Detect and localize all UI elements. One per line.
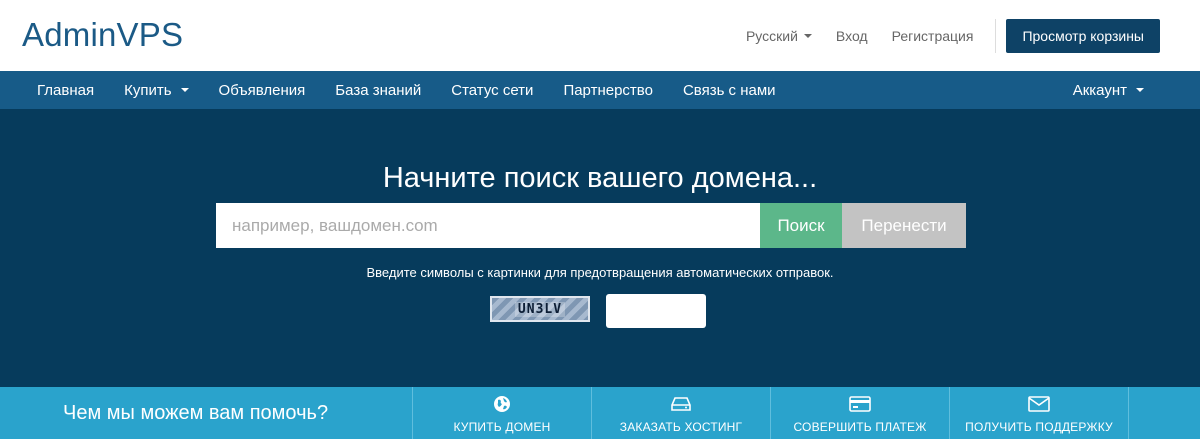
nav-item-home[interactable]: Главная bbox=[0, 71, 109, 109]
nav-item-contact[interactable]: Связь с нами bbox=[668, 71, 791, 109]
hdd-icon bbox=[671, 395, 691, 413]
header-divider bbox=[995, 18, 997, 53]
domain-search-form: Поиск Перенести bbox=[216, 203, 966, 248]
view-cart-button[interactable]: Просмотр корзины bbox=[1006, 18, 1160, 53]
account-label: Аккаунт bbox=[1072, 81, 1127, 99]
make-payment-label: СОВЕРШИТЬ ПЛАТЕЖ bbox=[793, 420, 927, 434]
chevron-down-icon bbox=[180, 88, 189, 92]
captcha-code: UN3LV bbox=[514, 301, 566, 317]
nav-item-buy-label: Купить bbox=[124, 81, 172, 99]
nav-item-partnership[interactable]: Партнерство bbox=[548, 71, 668, 109]
get-support-label: ПОЛУЧИТЬ ПОДДЕРЖКУ bbox=[965, 420, 1113, 434]
top-links: Русский Вход Регистрация Просмотр корзин… bbox=[746, 0, 1200, 71]
chevron-down-icon bbox=[803, 33, 812, 38]
search-button[interactable]: Поиск bbox=[760, 203, 842, 248]
captcha-instruction: Введите символы с картинки для предотвра… bbox=[366, 265, 834, 280]
buy-domain-label: КУПИТЬ ДОМЕН bbox=[453, 420, 551, 434]
help-bar-end bbox=[1128, 387, 1200, 439]
envelope-icon bbox=[1028, 395, 1050, 413]
order-hosting-label: ЗАКАЗАТЬ ХОСТИНГ bbox=[619, 420, 743, 434]
login-link[interactable]: Вход bbox=[836, 28, 868, 44]
buy-domain-link[interactable]: КУПИТЬ ДОМЕН bbox=[412, 387, 591, 439]
register-link[interactable]: Регистрация bbox=[892, 28, 974, 44]
credit-card-icon bbox=[849, 395, 871, 413]
nav-item-network-status[interactable]: Статус сети bbox=[436, 71, 548, 109]
nav-item-buy[interactable]: Купить bbox=[109, 71, 203, 109]
main-nav: Главная Купить Объявления База знаний Ст… bbox=[0, 71, 1200, 109]
globe-icon bbox=[493, 395, 511, 413]
language-label: Русский bbox=[745, 27, 798, 44]
domain-search-input[interactable] bbox=[216, 203, 760, 248]
nav-item-announcements[interactable]: Объявления bbox=[204, 71, 321, 109]
transfer-button[interactable]: Перенести bbox=[842, 203, 966, 248]
make-payment-link[interactable]: СОВЕРШИТЬ ПЛАТЕЖ bbox=[770, 387, 949, 439]
account-dropdown[interactable]: Аккаунт bbox=[1073, 71, 1160, 109]
help-bar: Чем мы можем вам помочь? КУПИТЬ ДОМЕН ЗА… bbox=[0, 387, 1200, 439]
domain-search-hero: Начните поиск вашего домена... Поиск Пер… bbox=[0, 109, 1200, 387]
help-title: Чем мы можем вам помочь? bbox=[63, 401, 329, 424]
language-dropdown[interactable]: Русский bbox=[746, 28, 812, 44]
top-header: AdminVPS Русский Вход Регистрация Просмо… bbox=[0, 0, 1200, 71]
nav-right: Аккаунт bbox=[1073, 71, 1160, 109]
order-hosting-link[interactable]: ЗАКАЗАТЬ ХОСТИНГ bbox=[591, 387, 770, 439]
captcha-image: UN3LV bbox=[490, 296, 590, 322]
nav-item-knowledgebase[interactable]: База знаний bbox=[320, 71, 436, 109]
site-logo[interactable]: AdminVPS bbox=[22, 16, 183, 54]
hero-title: Начните поиск вашего домена... bbox=[382, 162, 818, 194]
chevron-down-icon bbox=[1136, 88, 1144, 92]
captcha-input[interactable] bbox=[606, 294, 706, 328]
get-support-link[interactable]: ПОЛУЧИТЬ ПОДДЕРЖКУ bbox=[949, 387, 1128, 439]
